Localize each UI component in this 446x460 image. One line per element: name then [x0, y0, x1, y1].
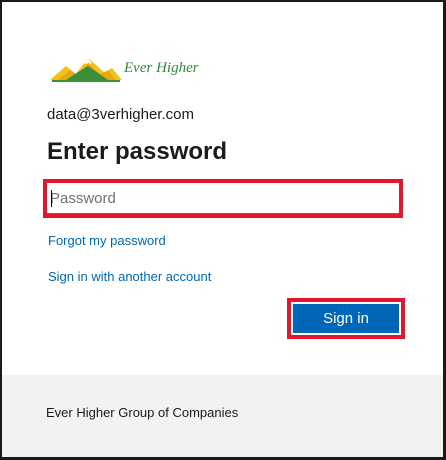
- page-title: Enter password: [47, 138, 228, 165]
- forgot-password-link[interactable]: Forgot my password: [48, 233, 166, 248]
- footer: Ever Higher Group of Companies: [2, 375, 443, 457]
- mountain-logo-icon: [50, 58, 122, 82]
- sign-in-button-highlight: Sign in: [287, 298, 405, 339]
- company-logo: Ever Higher: [48, 54, 228, 88]
- password-input[interactable]: [47, 183, 399, 214]
- footer-text: Ever Higher Group of Companies: [46, 405, 239, 420]
- text-caret: [51, 190, 52, 207]
- account-email: data@3verhigher.com: [47, 106, 194, 123]
- logo-wordmark: Ever Higher: [124, 60, 199, 76]
- sign-in-card: Ever Higher data@3verhigher.com Enter pa…: [2, 2, 443, 457]
- password-field-highlight: [43, 179, 403, 218]
- other-account-link[interactable]: Sign in with another account: [48, 269, 211, 284]
- sign-in-button[interactable]: Sign in: [293, 304, 399, 333]
